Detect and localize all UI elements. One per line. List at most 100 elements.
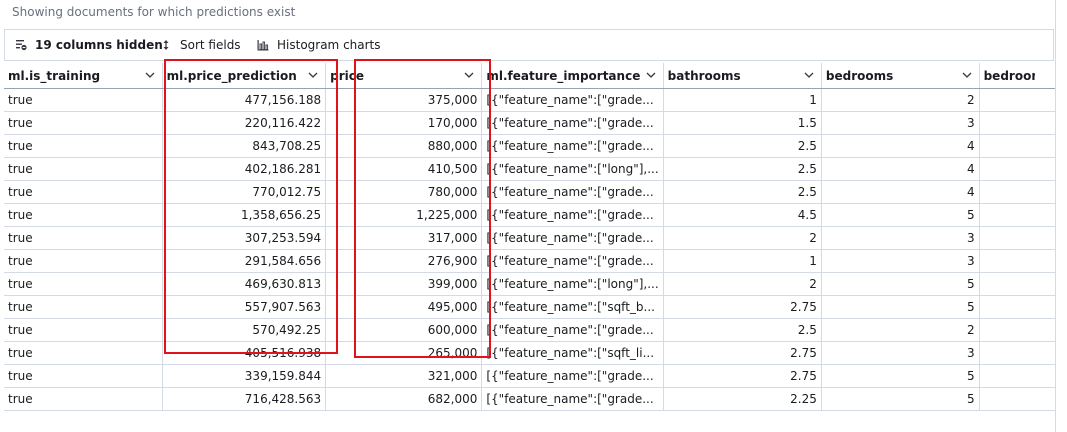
cell-bedrooms-2 xyxy=(979,295,1055,319)
cell-is-training: true xyxy=(4,134,163,158)
cell-is-training: true xyxy=(4,111,163,135)
cell-bedrooms-2 xyxy=(979,88,1055,112)
table-row[interactable]: true 405,516.938 265,000 [{"feature_name":[… xyxy=(4,341,1055,365)
chevron-down-icon[interactable] xyxy=(307,69,319,81)
cell-price: 317,000 xyxy=(325,226,483,250)
cell-is-training: true xyxy=(4,249,163,273)
cell-bedrooms-2 xyxy=(979,157,1055,181)
cell-bedrooms: 3 xyxy=(821,249,980,273)
cell-price: 375,000 xyxy=(325,88,483,112)
table-row[interactable]: true 570,492.25 600,000 [{"feature_name":["… xyxy=(4,318,1055,342)
table-row[interactable]: true 843,708.25 880,000 [{"feature_name":["… xyxy=(4,134,1055,158)
cell-price: 276,900 xyxy=(325,249,483,273)
cell-feature-importance: [{"feature_name":["grade... xyxy=(481,111,664,135)
cell-is-training: true xyxy=(4,226,163,250)
table-row[interactable]: true 716,428.563 682,000 [{"feature_name":[… xyxy=(4,387,1055,411)
sort-fields-button[interactable]: Sort fields xyxy=(160,38,241,52)
cell-bathrooms: 2.5 xyxy=(663,134,822,158)
cell-bedrooms-2 xyxy=(979,203,1055,227)
cell-price: 495,000 xyxy=(325,295,483,319)
cell-feature-importance: [{"feature_name":["sqft_li... xyxy=(481,341,664,365)
column-header-label: ml.feature_importance xyxy=(486,68,641,83)
cell-price-prediction: 477,156.188 xyxy=(162,88,327,112)
cell-bathrooms: 2.5 xyxy=(663,180,822,204)
cell-price: 170,000 xyxy=(325,111,483,135)
cell-price-prediction: 770,012.75 xyxy=(162,180,327,204)
cell-price-prediction: 469,630.813 xyxy=(162,272,327,296)
histogram-charts-button[interactable]: Histogram charts xyxy=(257,38,381,52)
cell-bedrooms-2 xyxy=(979,272,1055,296)
table-row[interactable]: true 307,253.594 317,000 [{"feature_name":[… xyxy=(4,226,1055,250)
chevron-down-icon[interactable] xyxy=(803,69,815,81)
histogram-charts-label: Histogram charts xyxy=(277,38,381,52)
cell-price: 600,000 xyxy=(325,318,483,342)
cell-feature-importance: [{"feature_name":["long"],... xyxy=(481,272,664,296)
column-header-bedrooms[interactable]: bedrooms xyxy=(821,63,980,89)
cell-bedrooms: 3 xyxy=(821,226,980,250)
cell-feature-importance: [{"feature_name":["sqft_b... xyxy=(481,295,664,319)
chevron-down-icon[interactable] xyxy=(645,69,657,81)
cell-is-training: true xyxy=(4,364,163,388)
cell-price-prediction: 1,358,656.25 xyxy=(162,203,327,227)
cell-feature-importance: [{"feature_name":["grade... xyxy=(481,364,664,388)
column-header-feature-importance[interactable]: ml.feature_importance xyxy=(481,63,664,89)
column-header-price[interactable]: price xyxy=(325,63,483,89)
cell-is-training: true xyxy=(4,295,163,319)
cell-bedrooms-2 xyxy=(979,364,1055,388)
predictions-notice: Showing documents for which predictions … xyxy=(12,5,296,19)
cell-bathrooms: 1 xyxy=(663,88,822,112)
cell-price-prediction: 307,253.594 xyxy=(162,226,327,250)
cell-price: 682,000 xyxy=(325,387,483,411)
cell-is-training: true xyxy=(4,180,163,204)
table-row[interactable]: true 402,186.281 410,500 [{"feature_name":[… xyxy=(4,157,1055,181)
cell-price-prediction: 557,907.563 xyxy=(162,295,327,319)
column-header-is-training[interactable]: ml.is_training xyxy=(4,63,163,89)
cell-bedrooms: 5 xyxy=(821,387,980,411)
table-row[interactable]: true 291,584.656 276,900 [{"feature_name":[… xyxy=(4,249,1055,273)
cell-bedrooms-2 xyxy=(979,134,1055,158)
cell-feature-importance: [{"feature_name":["grade... xyxy=(481,88,664,112)
cell-bathrooms: 1.5 xyxy=(663,111,822,135)
table-row[interactable]: true 339,159.844 321,000 [{"feature_name":[… xyxy=(4,364,1055,388)
table-row[interactable]: true 477,156.188 375,000 [{"feature_name":[… xyxy=(4,88,1055,112)
cell-is-training: true xyxy=(4,341,163,365)
results-table: ml.is_training ml.price_prediction price ml… xyxy=(4,63,1055,411)
cell-bathrooms: 2 xyxy=(663,272,822,296)
table-row[interactable]: true 770,012.75 780,000 [{"feature_name":["… xyxy=(4,180,1055,204)
cell-price: 321,000 xyxy=(325,364,483,388)
cell-price-prediction: 716,428.563 xyxy=(162,387,327,411)
columns-hidden-button[interactable]: 19 columns hidden xyxy=(15,38,163,52)
column-header-label: price xyxy=(330,68,365,83)
table-row[interactable]: true 469,630.813 399,000 [{"feature_name":[… xyxy=(4,272,1055,296)
table-row[interactable]: true 220,116.422 170,000 [{"feature_name":[… xyxy=(4,111,1055,135)
columns-hidden-icon xyxy=(15,39,27,51)
cell-feature-importance: [{"feature_name":["grade... xyxy=(481,180,664,204)
cell-bedrooms: 4 xyxy=(821,157,980,181)
column-header-bedrooms-2[interactable]: bedrooms xyxy=(979,63,1055,89)
cell-is-training: true xyxy=(4,157,163,181)
sort-fields-label: Sort fields xyxy=(180,38,241,52)
chevron-down-icon[interactable] xyxy=(144,69,156,81)
cell-is-training: true xyxy=(4,272,163,296)
cell-bedrooms: 3 xyxy=(821,341,980,365)
cell-feature-importance: [{"feature_name":["grade... xyxy=(481,134,664,158)
cell-price-prediction: 570,492.25 xyxy=(162,318,327,342)
cell-feature-importance: [{"feature_name":["grade... xyxy=(481,249,664,273)
cell-feature-importance: [{"feature_name":["grade... xyxy=(481,318,664,342)
cell-is-training: true xyxy=(4,203,163,227)
sort-icon xyxy=(160,39,172,51)
table-row[interactable]: true 1,358,656.25 1,225,000 [{"feature_name… xyxy=(4,203,1055,227)
chevron-down-icon[interactable] xyxy=(961,69,973,81)
column-header-label: bedrooms xyxy=(825,68,894,83)
cell-bathrooms: 2.75 xyxy=(663,364,822,388)
cell-price: 780,000 xyxy=(325,180,483,204)
cell-bathrooms: 1 xyxy=(663,249,822,273)
chevron-down-icon[interactable] xyxy=(463,69,475,81)
cell-is-training: true xyxy=(4,88,163,112)
column-header-label: ml.price_prediction xyxy=(166,68,297,83)
table-row[interactable]: true 557,907.563 495,000 [{"feature_name":[… xyxy=(4,295,1055,319)
cell-bedrooms: 5 xyxy=(821,364,980,388)
column-header-price-prediction[interactable]: ml.price_prediction xyxy=(162,63,327,89)
column-header-bathrooms[interactable]: bathrooms xyxy=(663,63,822,89)
columns-hidden-label: 19 columns hidden xyxy=(35,38,163,52)
